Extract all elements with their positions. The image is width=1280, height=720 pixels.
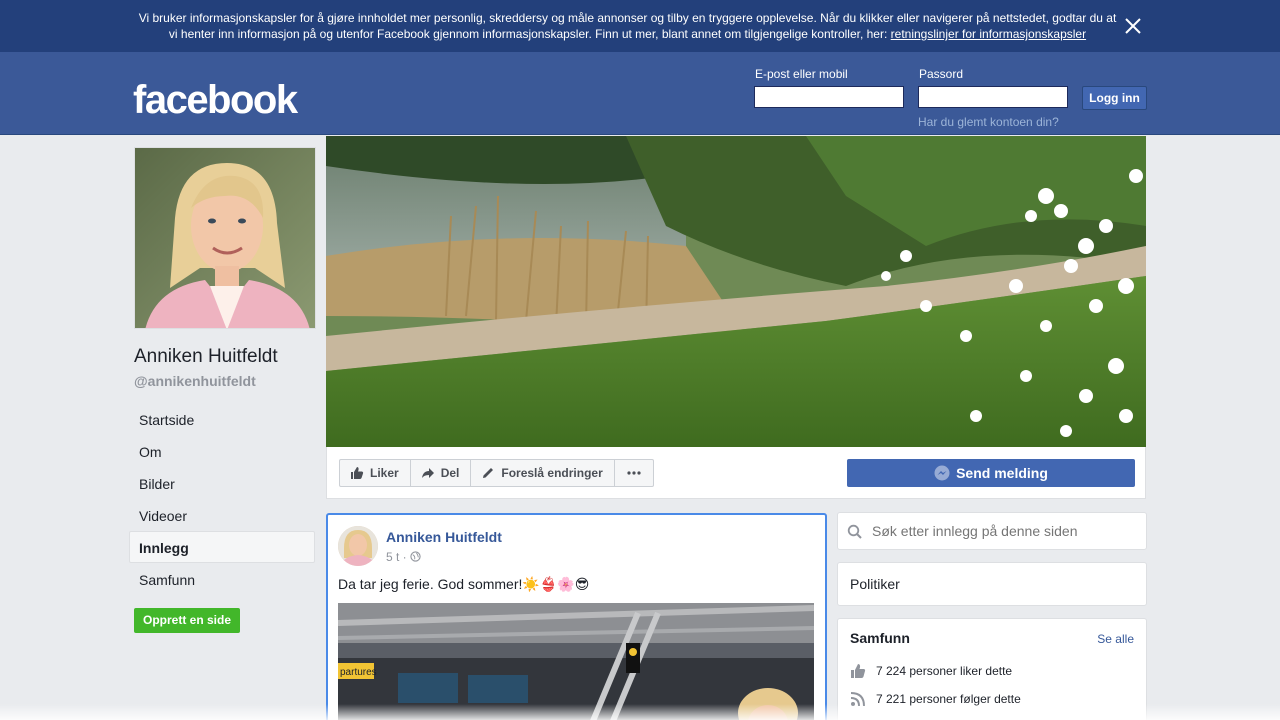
- password-field[interactable]: [918, 86, 1068, 108]
- globe-icon: [410, 551, 421, 562]
- suggest-edits-label: Foreslå endringer: [501, 466, 603, 480]
- post-search-box[interactable]: [837, 512, 1147, 550]
- cover-photo[interactable]: [326, 136, 1146, 447]
- cookie-text-line2: vi henter inn informasjon på og utenfor …: [168, 27, 888, 41]
- cookie-banner: Vi bruker informasjonskapsler for å gjør…: [0, 0, 1280, 52]
- likes-count-row: 7 224 personer liker dette: [850, 663, 1012, 679]
- email-field[interactable]: [754, 86, 904, 108]
- bottom-fade: [0, 704, 1280, 720]
- cookie-policy-link[interactable]: retningslinjer for informasjonskapsler: [891, 27, 1086, 41]
- forgot-account-link[interactable]: Har du glemt kontoen din?: [918, 115, 1059, 129]
- nav-item-om[interactable]: Om: [129, 435, 315, 467]
- profile-picture[interactable]: [134, 147, 316, 329]
- like-button[interactable]: Liker: [339, 459, 411, 487]
- action-buttons: Liker Del Foreslå endringer: [339, 459, 654, 487]
- post-card: Anniken Huitfeldt 5 t · Da tar jeg ferie…: [326, 513, 827, 720]
- suggest-edits-button[interactable]: Foreslå endringer: [470, 459, 615, 487]
- community-title: Samfunn: [850, 630, 910, 646]
- more-button[interactable]: [613, 459, 654, 487]
- photo-sign-text: partures: [340, 667, 377, 678]
- messenger-icon: [934, 465, 950, 481]
- login-button[interactable]: Logg inn: [1082, 86, 1147, 110]
- close-icon[interactable]: [1122, 15, 1144, 37]
- page-action-bar: Liker Del Foreslå endringer Send melding: [326, 447, 1146, 499]
- thumbs-up-icon: [351, 467, 364, 479]
- nav-item-bilder[interactable]: Bilder: [129, 467, 315, 499]
- password-label: Passord: [919, 67, 964, 81]
- share-label: Del: [440, 466, 460, 480]
- post-photo[interactable]: partures: [338, 603, 814, 720]
- page-category[interactable]: Politiker: [850, 576, 900, 592]
- page-handle: @annikenhuitfeldt: [134, 373, 256, 389]
- share-button[interactable]: Del: [409, 459, 472, 487]
- likes-count: 7 224 personer liker dette: [876, 664, 1013, 678]
- header-bar: facebook E-post eller mobil Passord Logg…: [0, 52, 1280, 135]
- search-input[interactable]: [872, 523, 1132, 539]
- nav-item-videoer[interactable]: Videoer: [129, 499, 315, 531]
- see-all-link[interactable]: Se alle: [1097, 632, 1134, 646]
- send-message-button[interactable]: Send melding: [847, 459, 1135, 487]
- pencil-icon: [483, 468, 494, 478]
- post-time-text: 5 t ·: [386, 550, 407, 564]
- email-label: E-post eller mobil: [755, 67, 848, 81]
- post-timestamp: 5 t ·: [386, 550, 421, 564]
- post-author[interactable]: Anniken Huitfeldt: [386, 529, 502, 545]
- page-title: Anniken Huitfeldt: [134, 346, 278, 367]
- cookie-text-line1: Vi bruker informasjonskapsler for å gjør…: [138, 11, 1117, 25]
- post-text: Da tar jeg ferie. God sommer!☀️👙🌸😎: [338, 576, 589, 593]
- facebook-logo[interactable]: facebook: [133, 76, 298, 124]
- search-icon: [847, 524, 862, 539]
- share-icon: [421, 468, 434, 478]
- thumbs-up-icon: [851, 664, 866, 678]
- post-message: Da tar jeg ferie. God sommer!: [338, 576, 523, 592]
- more-icon: [627, 471, 641, 475]
- post-emojis: ☀️👙🌸😎: [522, 576, 590, 592]
- nav-item-samfunn[interactable]: Samfunn: [129, 563, 315, 595]
- nav-item-startside[interactable]: Startside: [129, 403, 315, 435]
- like-label: Liker: [370, 466, 399, 480]
- avatar[interactable]: [338, 526, 378, 566]
- cookie-text: Vi bruker informasjonskapsler for å gjør…: [130, 10, 1125, 42]
- category-card: Politiker: [837, 562, 1147, 606]
- nav-item-innlegg[interactable]: Innlegg: [129, 531, 315, 563]
- send-message-label: Send melding: [956, 465, 1048, 481]
- create-page-button[interactable]: Opprett en side: [134, 608, 240, 633]
- page-nav: Startside Om Bilder Videoer Innlegg Samf…: [129, 403, 315, 595]
